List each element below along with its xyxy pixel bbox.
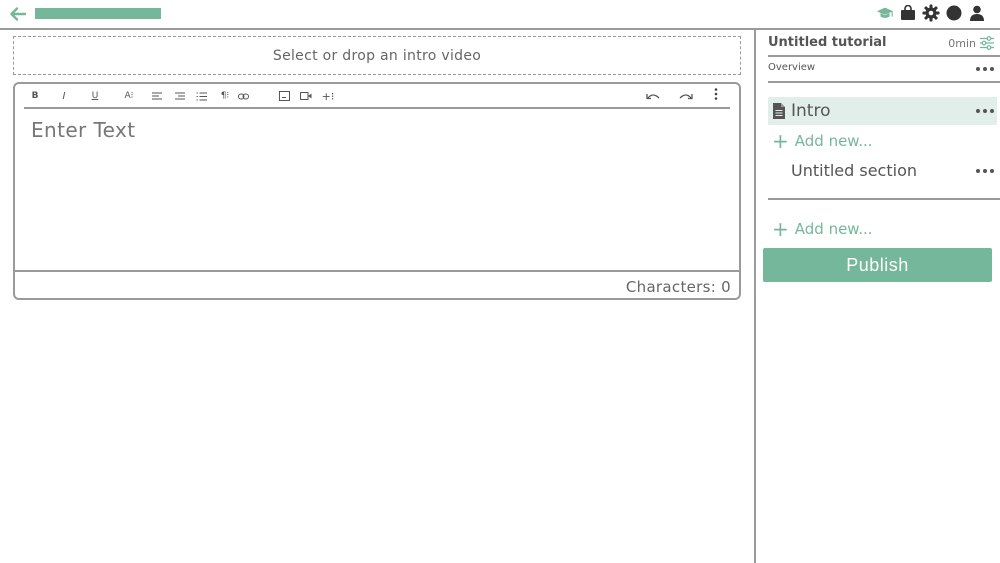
editor-text-area[interactable]: Enter Text — [31, 118, 136, 142]
rich-text-editor: B I U A⁝ ¶⁝ +⁝ Enter Text Characters: 0 — [13, 82, 741, 300]
undo-button[interactable] — [645, 89, 661, 103]
redo-button[interactable] — [677, 89, 693, 103]
more-options-button[interactable] — [712, 87, 720, 101]
section-item-untitled[interactable]: Untitled section — [791, 161, 917, 180]
add-new-lesson-button[interactable]: + Add new... — [772, 129, 873, 153]
character-count: Characters: 0 — [625, 278, 731, 296]
align-left-icon — [151, 92, 162, 100]
back-arrow-icon[interactable] — [9, 5, 27, 23]
overview-divider — [768, 81, 1000, 83]
plus-icon: + — [772, 217, 789, 241]
align-left-button[interactable] — [151, 89, 163, 103]
image-icon — [278, 91, 290, 101]
undo-icon — [645, 94, 659, 100]
document-icon — [773, 103, 785, 119]
add-new-section-label: Add new... — [794, 220, 873, 238]
intro-video-dropzone[interactable]: Select or drop an intro video — [13, 36, 741, 75]
top-icons — [876, 4, 986, 22]
insert-image-button[interactable] — [278, 89, 290, 103]
shopping-bag-icon[interactable] — [899, 4, 917, 22]
add-new-lesson-label: Add new... — [794, 132, 873, 150]
align-right-icon — [174, 92, 185, 100]
gear-icon[interactable] — [922, 4, 940, 22]
plus-icon: + — [772, 129, 789, 153]
video-icon — [300, 92, 312, 100]
sliders-settings-icon[interactable] — [980, 36, 994, 50]
publish-button[interactable]: Publish — [763, 248, 992, 282]
insert-more-button[interactable]: +⁝ — [321, 89, 335, 103]
overview-item[interactable]: Overview — [768, 62, 815, 73]
circle-icon[interactable] — [945, 4, 963, 22]
intro-video-dropzone-label: Select or drop an intro video — [272, 47, 482, 64]
graduation-cap-icon[interactable] — [876, 4, 894, 22]
link-icon — [237, 93, 249, 99]
font-size-button[interactable]: A⁝ — [121, 89, 137, 103]
vertical-dots-icon — [714, 88, 718, 100]
list-icon — [196, 92, 207, 100]
paragraph-button[interactable]: ¶⁝ — [218, 89, 232, 103]
underline-button[interactable]: U — [90, 89, 100, 103]
italic-button[interactable]: I — [59, 89, 69, 103]
lesson-item-intro[interactable]: Intro — [768, 97, 997, 125]
link-button[interactable] — [237, 89, 249, 103]
toolbar-divider — [24, 107, 730, 109]
sidebar-title-divider — [768, 55, 1000, 57]
add-new-section-button[interactable]: + Add new... — [772, 217, 873, 241]
lesson-item-more-icon[interactable] — [976, 108, 994, 114]
panel-divider — [754, 30, 756, 563]
tutorial-duration: 0min — [948, 37, 976, 50]
overview-more-icon[interactable] — [976, 66, 994, 72]
bold-button[interactable]: B — [30, 89, 40, 103]
insert-video-button[interactable] — [300, 89, 312, 103]
tutorial-title-placeholder-bar — [35, 8, 161, 19]
user-icon[interactable] — [968, 4, 986, 22]
align-right-button[interactable] — [173, 89, 185, 103]
sections-divider — [768, 198, 1000, 200]
top-bar — [0, 0, 1000, 30]
list-button[interactable] — [195, 89, 207, 103]
tutorial-title[interactable]: Untitled tutorial — [768, 35, 887, 50]
section-more-icon[interactable] — [976, 168, 994, 174]
editor-footer-divider — [15, 270, 739, 272]
editor-toolbar: B I U A⁝ ¶⁝ +⁝ — [15, 84, 739, 108]
redo-icon — [679, 94, 693, 100]
lesson-item-label: Intro — [791, 101, 831, 121]
